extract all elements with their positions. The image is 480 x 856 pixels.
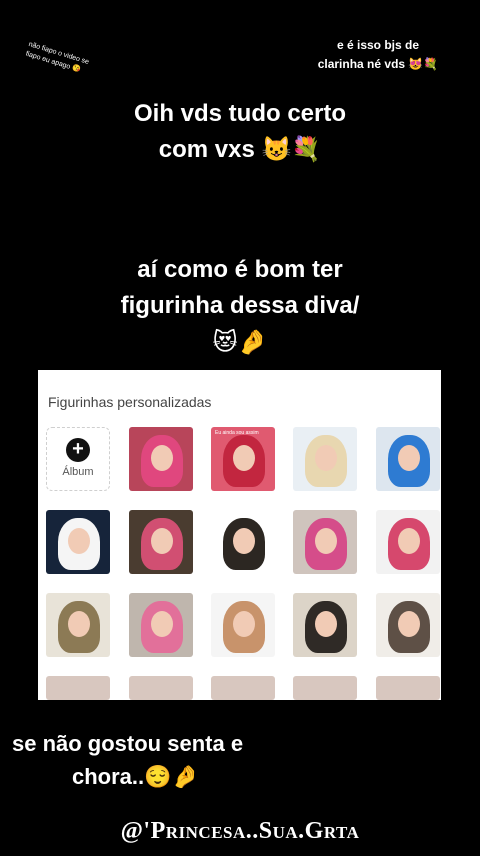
sticker-caption: Eu ainda sou assim <box>215 430 259 436</box>
sticker-panel: Figurinhas personalizadas + Álbum Eu ain… <box>38 370 441 700</box>
sticker-face <box>233 611 255 637</box>
corner-caption-line1: e é isso bjs de <box>336 38 420 52</box>
sticker-item[interactable] <box>376 510 440 574</box>
sticker-face <box>233 528 255 554</box>
sticker-face <box>151 611 173 637</box>
bottom-caption-line1: se não gostou senta e <box>12 731 244 756</box>
sticker-item[interactable] <box>376 427 440 491</box>
sticker-item-partial[interactable] <box>46 676 110 700</box>
diva-emoji-line: 😻🤌 <box>212 328 268 356</box>
signature: @'Princesa..Sua.Grta <box>120 818 360 844</box>
sticker-item[interactable] <box>293 510 357 574</box>
sticker-item[interactable] <box>129 593 193 657</box>
sticker-face <box>68 528 90 554</box>
greeting-line2: com vxs 😺💐 <box>158 136 322 163</box>
sticker-item[interactable]: Eu ainda sou assim <box>211 427 275 491</box>
sticker-face <box>398 611 420 637</box>
sticker-item[interactable] <box>293 593 357 657</box>
sticker-item-partial[interactable] <box>376 676 440 700</box>
sticker-face <box>398 528 420 554</box>
sticker-item[interactable] <box>129 427 193 491</box>
sticker-item[interactable] <box>211 593 275 657</box>
sticker-face <box>151 528 173 554</box>
sticker-item-partial[interactable] <box>211 676 275 700</box>
sticker-face <box>151 445 173 471</box>
plus-icon: + <box>66 438 90 462</box>
sticker-face <box>315 445 337 471</box>
greeting-line1: Oih vds tudo certo <box>133 100 346 127</box>
sticker-item-partial[interactable] <box>129 676 193 700</box>
bottom-caption-line2: chora..😌🤌 <box>72 764 199 789</box>
corner-caption: e é isso bjs de clarinha né vds 😻💐 <box>308 36 448 74</box>
album-label: Álbum <box>62 466 94 478</box>
sticker-face <box>315 528 337 554</box>
sticker-face <box>68 611 90 637</box>
greeting-headline: Oih vds tudo certo com vxs 😺💐 <box>0 96 480 168</box>
album-button[interactable]: + Álbum <box>46 427 110 491</box>
corner-caption-line2: clarinha né vds 😻💐 <box>317 57 439 71</box>
sticker-item[interactable] <box>46 510 110 574</box>
sticker-item[interactable] <box>376 593 440 657</box>
panel-title: Figurinhas personalizadas <box>48 394 212 410</box>
tiny-caption: não fiapo o video se fiapo eu apago 😘 <box>24 40 90 74</box>
sticker-item[interactable] <box>293 427 357 491</box>
sticker-face <box>233 445 255 471</box>
sticker-item-partial[interactable] <box>293 676 357 700</box>
sticker-face <box>398 445 420 471</box>
sticker-item[interactable] <box>46 593 110 657</box>
sticker-face <box>315 611 337 637</box>
sticker-item[interactable] <box>129 510 193 574</box>
sticker-item[interactable] <box>211 510 275 574</box>
diva-headline: aí como é bom ter figurinha dessa diva/ … <box>0 252 480 360</box>
diva-line2: figurinha dessa diva/ <box>120 292 360 319</box>
diva-line1: aí como é bom ter <box>137 256 343 283</box>
